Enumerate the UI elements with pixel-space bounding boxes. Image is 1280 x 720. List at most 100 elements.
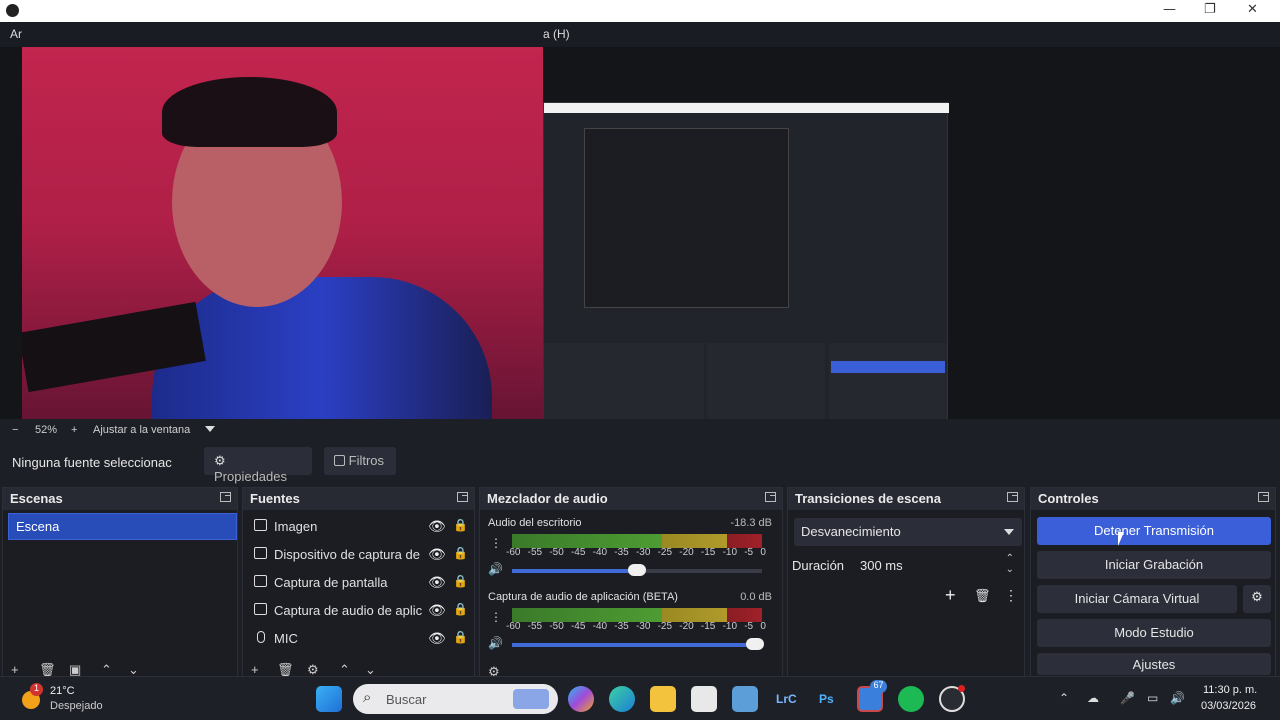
source-item-screen-capture[interactable]: Captura de pantalla 👁 🔒 bbox=[251, 571, 475, 595]
sources-title: Fuentes bbox=[250, 491, 300, 506]
duration-spinbox[interactable]: 300 ms ⌃ ⌄ bbox=[854, 552, 1022, 580]
recording-dot-icon bbox=[958, 685, 965, 692]
network-icon[interactable]: ▭ bbox=[1147, 691, 1158, 705]
source-item-app-audio[interactable]: Captura de audio de aplica 👁 🔒 bbox=[251, 599, 475, 623]
photos-icon[interactable] bbox=[732, 686, 758, 712]
meter-tick-label: -5 bbox=[744, 621, 754, 632]
meter-tick-label: -15 bbox=[700, 621, 716, 632]
speaker-icon[interactable]: 🔊 bbox=[488, 636, 503, 650]
meter-tick-label: 0 bbox=[760, 547, 766, 558]
filters-button[interactable]: Filtros bbox=[324, 447, 396, 475]
copilot-icon[interactable] bbox=[568, 686, 594, 712]
zoom-dropdown-icon[interactable] bbox=[205, 426, 215, 432]
lock-icon[interactable]: 🔒 bbox=[453, 546, 468, 560]
clock-time[interactable]: 11:30 p. m. bbox=[1203, 684, 1257, 696]
slider-knob[interactable] bbox=[745, 638, 764, 650]
edge-icon[interactable] bbox=[609, 686, 635, 712]
close-button[interactable]: ✕ bbox=[1247, 2, 1258, 17]
filter-icon bbox=[334, 455, 345, 466]
source-item-image[interactable]: Imagen 👁 🔒 bbox=[251, 515, 475, 539]
volume-slider[interactable] bbox=[512, 564, 762, 576]
add-scene-icon[interactable]: + bbox=[11, 662, 19, 677]
slider-knob[interactable] bbox=[628, 564, 646, 576]
meter-tick-label: -60 bbox=[506, 547, 521, 558]
zoom-level: 52% bbox=[35, 424, 58, 436]
channel-menu-icon[interactable]: ⋮ bbox=[490, 610, 502, 624]
eye-icon[interactable]: 👁 bbox=[428, 518, 446, 535]
spin-up-icon[interactable]: ⌃ bbox=[1006, 553, 1014, 564]
studio-mode-button[interactable]: Modo Estudio bbox=[1037, 619, 1271, 647]
preview-canvas[interactable] bbox=[0, 47, 1280, 459]
meter-tick-label: -50 bbox=[549, 547, 564, 558]
sources-header: Fuentes bbox=[243, 488, 474, 510]
lock-icon[interactable]: 🔒 bbox=[453, 602, 468, 616]
search-icon: ⌕ bbox=[363, 689, 372, 706]
source-label: Captura de audio de aplica bbox=[274, 603, 422, 618]
lrc-app-icon[interactable]: LrC bbox=[774, 686, 800, 712]
channel-db: -18.3 dB bbox=[730, 517, 772, 529]
mic-icon bbox=[257, 631, 265, 643]
zoom-out-button[interactable]: − bbox=[12, 424, 18, 436]
meter-tick-label: -25 bbox=[657, 621, 673, 632]
add-source-icon[interactable]: + bbox=[251, 662, 259, 677]
lock-icon[interactable]: 🔒 bbox=[453, 574, 468, 588]
meter-tick-label: -15 bbox=[700, 547, 716, 558]
weather-widget[interactable]: 1 21°C Despejado bbox=[18, 681, 108, 717]
channel-menu-icon[interactable]: ⋮ bbox=[490, 536, 502, 550]
volume-icon[interactable]: 🔊 bbox=[1170, 691, 1185, 705]
more-options-icon[interactable]: ⋮ bbox=[1004, 587, 1018, 604]
source-toolbar: Ninguna fuente seleccionac ⚙ Propiedades… bbox=[0, 441, 1280, 484]
dock-float-icon[interactable] bbox=[220, 492, 231, 502]
eye-icon[interactable]: 👁 bbox=[428, 630, 446, 647]
chevron-up-icon[interactable]: ⌃ bbox=[1059, 691, 1069, 705]
menu-item-file[interactable]: Ar bbox=[10, 27, 22, 41]
zoom-bar: − 52% + Ajustar a la ventana bbox=[0, 419, 1280, 441]
spotify-icon[interactable] bbox=[898, 686, 924, 712]
speaker-icon[interactable]: 🔊 bbox=[488, 562, 503, 576]
taskbar-search[interactable]: ⌕ Buscar bbox=[353, 684, 558, 714]
transition-value: Desvanecimiento bbox=[801, 524, 901, 539]
dock-float-icon[interactable] bbox=[1007, 492, 1018, 502]
scene-item[interactable]: Escena bbox=[8, 513, 237, 540]
sources-dock: Fuentes Imagen 👁 🔒 Dispositivo de captur… bbox=[242, 487, 475, 677]
minimize-button[interactable]: — bbox=[1163, 2, 1176, 17]
eye-icon[interactable]: 👁 bbox=[428, 574, 446, 591]
windows-start-icon[interactable] bbox=[316, 686, 342, 712]
transition-select[interactable]: Desvanecimiento bbox=[794, 518, 1022, 546]
lock-icon[interactable]: 🔒 bbox=[453, 518, 468, 532]
volume-meter bbox=[512, 534, 762, 548]
menu-item-help[interactable]: a (H) bbox=[543, 27, 570, 41]
filters-label: Filtros bbox=[348, 453, 385, 468]
clock-date[interactable]: 03/03/2026 bbox=[1201, 700, 1256, 712]
spin-down-icon[interactable]: ⌄ bbox=[1006, 564, 1014, 575]
volume-slider[interactable] bbox=[512, 638, 764, 650]
fit-window-button[interactable]: Ajustar a la ventana bbox=[93, 424, 190, 436]
scenes-dock: Escenas Escena + 🗑 ▣ ⌃ ⌄ bbox=[2, 487, 238, 677]
source-item-mic[interactable]: MIC 👁 🔒 bbox=[251, 627, 475, 651]
microphone-icon[interactable]: 🎤 bbox=[1120, 691, 1135, 705]
lock-icon[interactable]: 🔒 bbox=[453, 630, 468, 644]
eye-icon[interactable]: 👁 bbox=[428, 546, 446, 563]
dock-float-icon[interactable] bbox=[1258, 492, 1269, 502]
photoshop-icon[interactable]: Ps bbox=[815, 686, 841, 712]
meter-tick-label: -35 bbox=[614, 621, 629, 632]
file-explorer-icon[interactable] bbox=[650, 686, 676, 712]
dock-float-icon[interactable] bbox=[765, 492, 776, 502]
start-virtual-camera-button[interactable]: Iniciar Cámara Virtual bbox=[1037, 585, 1237, 613]
properties-button[interactable]: ⚙ Propiedades bbox=[204, 447, 312, 484]
store-icon[interactable] bbox=[691, 686, 717, 712]
start-recording-button[interactable]: Iniciar Grabación bbox=[1037, 551, 1271, 579]
settings-button[interactable]: Ajustes bbox=[1037, 653, 1271, 675]
virtual-camera-settings-button[interactable]: ⚙ bbox=[1243, 585, 1271, 613]
stop-streaming-button[interactable]: Detener Transmisión bbox=[1037, 517, 1271, 545]
dock-float-icon[interactable] bbox=[457, 492, 468, 502]
trash-icon[interactable]: 🗑 bbox=[974, 588, 991, 604]
zoom-in-button[interactable]: + bbox=[71, 424, 77, 436]
eye-icon[interactable]: 👁 bbox=[428, 602, 446, 619]
gear-icon: ⚙ bbox=[214, 453, 226, 468]
add-transition-icon[interactable]: + bbox=[945, 585, 956, 606]
cloud-icon[interactable]: ☁ bbox=[1087, 691, 1099, 705]
source-item-capture-device[interactable]: Dispositivo de captura de v 👁 🔒 bbox=[251, 543, 475, 567]
maximize-button[interactable]: ❐ bbox=[1204, 2, 1216, 17]
scenes-title: Escenas bbox=[10, 491, 63, 506]
